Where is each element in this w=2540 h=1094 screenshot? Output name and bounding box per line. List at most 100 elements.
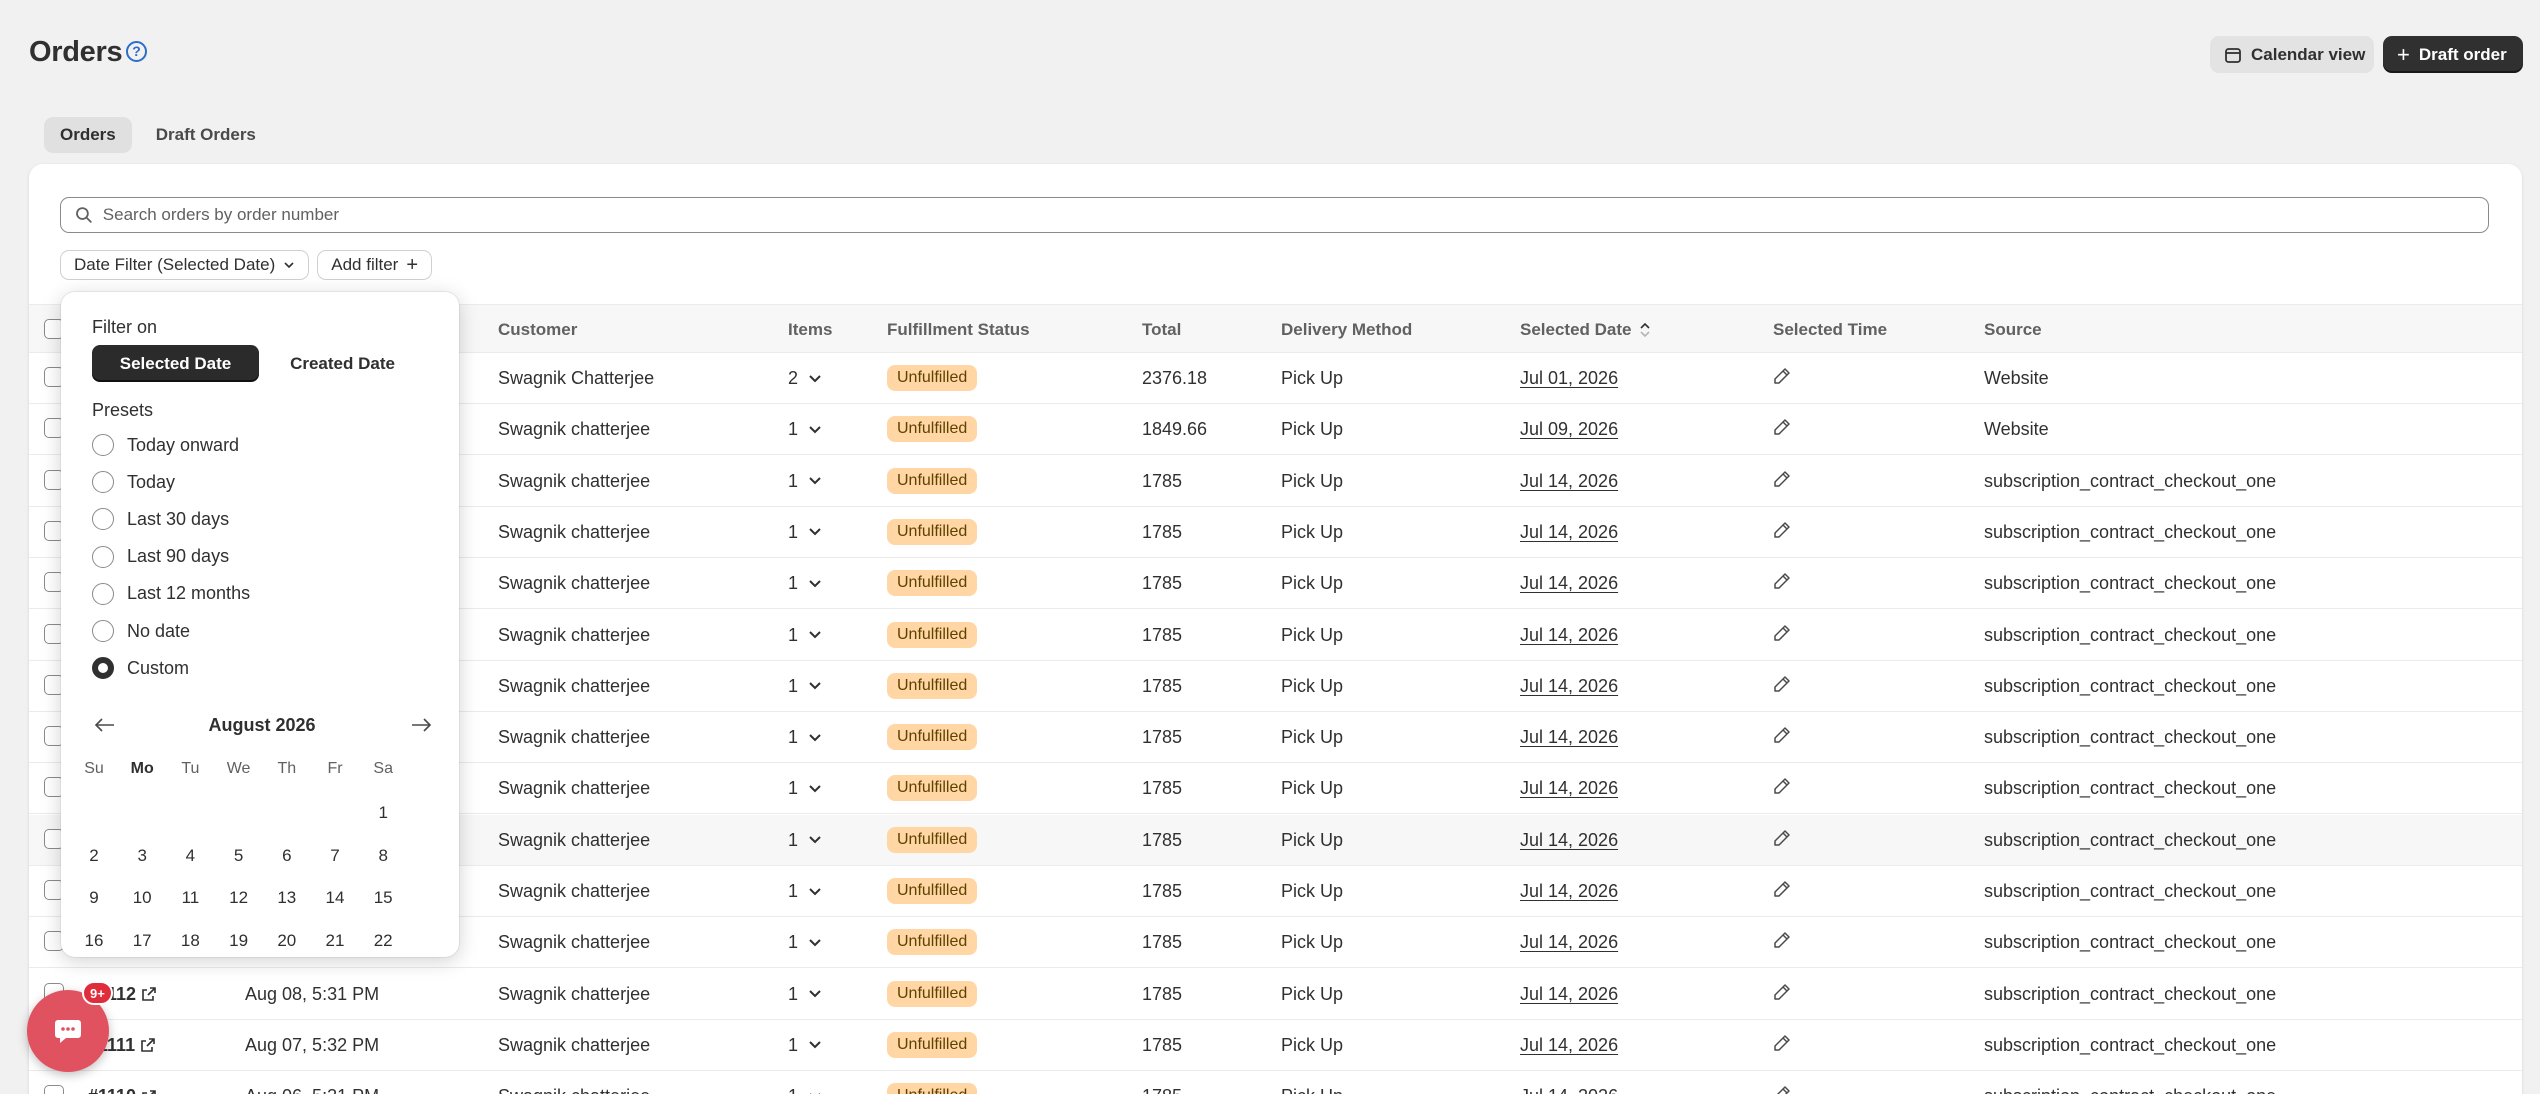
- calendar-day[interactable]: 12: [219, 888, 259, 908]
- order-number-link[interactable]: #1110: [88, 1086, 156, 1094]
- row-checkbox[interactable]: [44, 1085, 64, 1094]
- column-delivery-method[interactable]: Delivery Method: [1281, 320, 1412, 340]
- calendar-day[interactable]: 11: [170, 888, 210, 908]
- selected-date-link[interactable]: Jul 14, 2026: [1520, 1035, 1618, 1056]
- table-row[interactable]: #1112Aug 08, 5:31 PMSwagnik chatterjee1U…: [29, 968, 2522, 1020]
- column-fulfillment-status[interactable]: Fulfillment Status: [887, 320, 1030, 340]
- items-dropdown[interactable]: 1: [788, 984, 822, 1005]
- column-customer[interactable]: Customer: [498, 320, 577, 340]
- calendar-day[interactable]: 7: [315, 846, 355, 866]
- pencil-icon[interactable]: [1773, 367, 1791, 385]
- column-items[interactable]: Items: [788, 320, 832, 340]
- selected-date-link[interactable]: Jul 14, 2026: [1520, 471, 1618, 492]
- pencil-icon[interactable]: [1773, 1034, 1791, 1052]
- selected-date-link[interactable]: Jul 14, 2026: [1520, 830, 1618, 851]
- selected-date-link[interactable]: Jul 14, 2026: [1520, 522, 1618, 543]
- pencil-icon[interactable]: [1773, 470, 1791, 488]
- question-circle-icon[interactable]: ?: [126, 41, 147, 62]
- radio-button[interactable]: [92, 471, 114, 494]
- selected-date-link[interactable]: Jul 01, 2026: [1520, 368, 1618, 389]
- pencil-icon[interactable]: [1773, 572, 1791, 590]
- pencil-icon[interactable]: [1773, 829, 1791, 847]
- calendar-day[interactable]: 8: [363, 846, 403, 866]
- preset-option[interactable]: Last 12 months: [92, 582, 250, 605]
- segment-created-date[interactable]: Created Date: [259, 345, 426, 382]
- column-total[interactable]: Total: [1142, 320, 1181, 340]
- calendar-day[interactable]: 22: [363, 931, 403, 951]
- pencil-icon[interactable]: [1773, 1085, 1791, 1094]
- radio-button[interactable]: [92, 657, 114, 680]
- table-row[interactable]: #1111 Aug 07, 5:32 PM Swagnik chatterjee 1 U…: [29, 1019, 2522, 1071]
- calendar-day[interactable]: 5: [219, 846, 259, 866]
- tab-orders[interactable]: Orders: [44, 117, 132, 153]
- radio-button[interactable]: [92, 620, 114, 642]
- items-dropdown[interactable]: 1: [788, 419, 822, 440]
- calendar-day[interactable]: 9: [74, 888, 114, 908]
- radio-button[interactable]: [92, 508, 114, 531]
- calendar-day[interactable]: 17: [122, 931, 162, 951]
- date-filter-chip[interactable]: Date Filter (Selected Date): [60, 250, 310, 280]
- items-dropdown[interactable]: 2: [788, 368, 822, 389]
- selected-date-link[interactable]: Jul 14, 2026: [1520, 984, 1618, 1005]
- column-selected-time[interactable]: Selected Time: [1773, 320, 1887, 340]
- items-dropdown[interactable]: 1: [788, 471, 822, 492]
- search-input[interactable]: [102, 205, 2488, 225]
- selected-date-link[interactable]: Jul 14, 2026: [1520, 727, 1618, 748]
- calendar-day[interactable]: 10: [122, 888, 162, 908]
- calendar-day[interactable]: 14: [315, 888, 355, 908]
- pencil-icon[interactable]: [1773, 777, 1791, 795]
- items-dropdown[interactable]: 1: [788, 1086, 822, 1094]
- calendar-day[interactable]: 15: [363, 888, 403, 908]
- selected-date-link[interactable]: Jul 14, 2026: [1520, 625, 1618, 646]
- add-filter-button[interactable]: Add filter +: [317, 250, 433, 280]
- items-dropdown[interactable]: 1: [788, 932, 822, 953]
- items-dropdown[interactable]: 1: [788, 881, 822, 902]
- selected-date-link[interactable]: Jul 14, 2026: [1520, 881, 1618, 902]
- pencil-icon[interactable]: [1773, 880, 1791, 898]
- pencil-icon[interactable]: [1773, 418, 1791, 436]
- selected-date-link[interactable]: Jul 14, 2026: [1520, 573, 1618, 594]
- calendar-day[interactable]: 19: [219, 931, 259, 951]
- table-row[interactable]: #1110 Aug 06, 5:31 PM Swagnik chatterjee 1 U…: [29, 1071, 2522, 1094]
- calendar-day[interactable]: 21: [315, 931, 355, 951]
- segment-selected-date[interactable]: Selected Date: [92, 345, 259, 382]
- selected-date-link[interactable]: Jul 14, 2026: [1520, 932, 1618, 953]
- pencil-icon[interactable]: [1773, 521, 1791, 539]
- search-box[interactable]: [60, 197, 2489, 233]
- arrow-right-icon[interactable]: [410, 717, 432, 733]
- calendar-day[interactable]: 6: [267, 846, 307, 866]
- pencil-icon[interactable]: [1773, 624, 1791, 642]
- calendar-day[interactable]: 4: [170, 846, 210, 866]
- items-dropdown[interactable]: 1: [788, 830, 822, 851]
- column-source[interactable]: Source: [1984, 320, 2042, 340]
- calendar-day[interactable]: 1: [363, 803, 403, 823]
- items-dropdown[interactable]: 1: [788, 625, 822, 646]
- calendar-day[interactable]: 2: [74, 846, 114, 866]
- radio-button[interactable]: [92, 545, 114, 568]
- pencil-icon[interactable]: [1773, 675, 1791, 693]
- selected-date-link[interactable]: Jul 14, 2026: [1520, 1086, 1618, 1094]
- radio-button[interactable]: [92, 582, 114, 605]
- items-dropdown[interactable]: 1: [788, 727, 822, 748]
- preset-option[interactable]: No date: [92, 620, 190, 642]
- radio-button[interactable]: [92, 434, 114, 456]
- calendar-day[interactable]: 3: [122, 846, 162, 866]
- items-dropdown[interactable]: 1: [788, 778, 822, 799]
- selected-date-link[interactable]: Jul 14, 2026: [1520, 778, 1618, 799]
- calendar-day[interactable]: 18: [170, 931, 210, 951]
- column-selected-date[interactable]: Selected Date: [1520, 320, 1650, 340]
- calendar-day[interactable]: 13: [267, 888, 307, 908]
- pencil-icon[interactable]: [1773, 726, 1791, 744]
- preset-option[interactable]: Custom: [92, 657, 189, 680]
- calendar-view-button[interactable]: Calendar view: [2210, 36, 2374, 73]
- preset-option[interactable]: Today: [92, 471, 175, 494]
- tab-draft-orders[interactable]: Draft Orders: [140, 117, 272, 153]
- pencil-icon[interactable]: [1773, 983, 1791, 1001]
- pencil-icon[interactable]: [1773, 931, 1791, 949]
- items-dropdown[interactable]: 1: [788, 573, 822, 594]
- selected-date-link[interactable]: Jul 09, 2026: [1520, 419, 1618, 440]
- preset-option[interactable]: Today onward: [92, 434, 239, 456]
- selected-date-link[interactable]: Jul 14, 2026: [1520, 676, 1618, 697]
- calendar-day[interactable]: 20: [267, 931, 307, 951]
- items-dropdown[interactable]: 1: [788, 522, 822, 543]
